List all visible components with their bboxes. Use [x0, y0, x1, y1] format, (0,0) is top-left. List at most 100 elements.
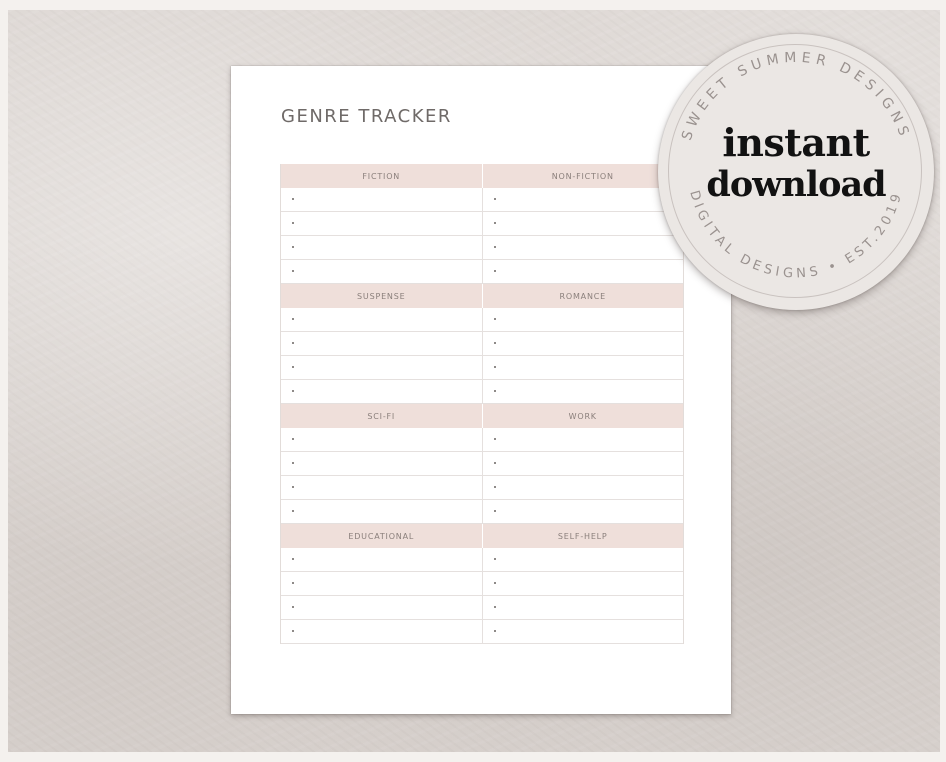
bullet-icon	[493, 222, 496, 224]
entry-cell[interactable]	[281, 380, 482, 403]
genre-header-non-fiction: NON-FICTION	[481, 164, 684, 188]
entry-cell[interactable]	[281, 308, 482, 331]
entry-cell[interactable]	[281, 212, 482, 235]
bullet-icon	[493, 438, 496, 440]
entry-cell[interactable]	[481, 452, 684, 475]
entry-cell[interactable]	[481, 428, 684, 451]
bullet-icon	[292, 390, 294, 392]
bullet-icon	[292, 246, 294, 248]
entry-cell[interactable]	[481, 356, 684, 379]
bullet-icon	[292, 462, 294, 464]
entry-cell[interactable]	[481, 308, 684, 331]
entry-cell[interactable]	[481, 380, 684, 403]
entry-row	[281, 620, 683, 644]
section-header-row: EDUCATIONAL SELF-HELP	[281, 524, 683, 548]
entry-row	[281, 356, 683, 380]
genre-header-romance: ROMANCE	[481, 284, 684, 308]
entry-row	[281, 476, 683, 500]
entry-cell[interactable]	[481, 236, 684, 259]
entry-row	[281, 260, 683, 284]
bullet-icon	[493, 342, 496, 344]
entry-row	[281, 332, 683, 356]
genre-header-self-help: SELF-HELP	[481, 524, 684, 548]
bullet-icon	[493, 486, 496, 488]
bullet-icon	[493, 606, 496, 608]
entry-cell[interactable]	[481, 620, 684, 643]
entry-cell[interactable]	[281, 620, 482, 643]
genre-section: SUSPENSE ROMANCE	[281, 284, 683, 404]
instant-download-badge: SWEET SUMMER DESIGNS DIGITAL DESIGNS • E…	[658, 34, 934, 310]
section-header-row: SCI-FI WORK	[281, 404, 683, 428]
entry-row	[281, 500, 683, 524]
entry-cell[interactable]	[281, 236, 482, 259]
entry-cell[interactable]	[481, 476, 684, 499]
entry-cell[interactable]	[481, 332, 684, 355]
entry-row	[281, 380, 683, 404]
entry-cell[interactable]	[481, 500, 684, 523]
entry-row	[281, 188, 683, 212]
entry-cell[interactable]	[281, 260, 482, 283]
bullet-icon	[292, 342, 294, 344]
entry-cell[interactable]	[481, 260, 684, 283]
bullet-icon	[292, 582, 294, 584]
genre-section: FICTION NON-FICTION	[281, 164, 683, 284]
entry-cell[interactable]	[281, 188, 482, 211]
entry-cell[interactable]	[281, 428, 482, 451]
badge-download-text: download	[706, 164, 886, 205]
bullet-icon	[292, 558, 294, 560]
genre-section: SCI-FI WORK	[281, 404, 683, 524]
bullet-icon	[493, 270, 496, 272]
entry-cell[interactable]	[281, 356, 482, 379]
badge-instant-text: instant	[722, 120, 870, 165]
section-header-row: FICTION NON-FICTION	[281, 164, 683, 188]
genre-header-suspense: SUSPENSE	[357, 291, 406, 301]
entry-row	[281, 596, 683, 620]
bullet-icon	[292, 366, 294, 368]
bullet-icon	[292, 270, 294, 272]
entry-cell[interactable]	[481, 188, 684, 211]
bullet-icon	[493, 558, 496, 560]
section-header-row: SUSPENSE ROMANCE	[281, 284, 683, 308]
printable-sheet: GENRE TRACKER FICTION NON-FICTION SUSPEN…	[231, 66, 731, 714]
bullet-icon	[493, 318, 496, 320]
bullet-icon	[493, 462, 496, 464]
entry-row	[281, 572, 683, 596]
bullet-icon	[493, 630, 496, 632]
bullet-icon	[493, 366, 496, 368]
genre-grid: FICTION NON-FICTION SUSPENSE ROMANCE SCI…	[280, 164, 684, 644]
bullet-icon	[493, 582, 496, 584]
bullet-icon	[292, 630, 294, 632]
entry-cell[interactable]	[481, 548, 684, 571]
entry-cell[interactable]	[281, 452, 482, 475]
bullet-icon	[493, 246, 496, 248]
entry-cell[interactable]	[281, 500, 482, 523]
entry-cell[interactable]	[281, 476, 482, 499]
bullet-icon	[292, 198, 294, 200]
bullet-icon	[292, 222, 294, 224]
bullet-icon	[292, 606, 294, 608]
genre-section: EDUCATIONAL SELF-HELP	[281, 524, 683, 644]
entry-row	[281, 428, 683, 452]
entry-cell[interactable]	[281, 596, 482, 619]
bullet-icon	[292, 438, 294, 440]
genre-header-sci-fi: SCI-FI	[367, 411, 396, 421]
entry-cell[interactable]	[281, 548, 482, 571]
entry-cell[interactable]	[481, 572, 684, 595]
page-title: GENRE TRACKER	[281, 106, 452, 127]
entry-cell[interactable]	[281, 572, 482, 595]
entry-row	[281, 308, 683, 332]
bullet-icon	[493, 510, 496, 512]
entry-cell[interactable]	[481, 596, 684, 619]
entry-row	[281, 452, 683, 476]
genre-header-work: WORK	[481, 404, 684, 428]
bullet-icon	[292, 318, 294, 320]
genre-header-fiction: FICTION	[362, 171, 401, 181]
entry-cell[interactable]	[281, 332, 482, 355]
entry-row	[281, 548, 683, 572]
entry-row	[281, 212, 683, 236]
bullet-icon	[493, 390, 496, 392]
genre-header-educational: EDUCATIONAL	[348, 531, 415, 541]
bullet-icon	[493, 198, 496, 200]
entry-cell[interactable]	[481, 212, 684, 235]
bullet-icon	[292, 510, 294, 512]
